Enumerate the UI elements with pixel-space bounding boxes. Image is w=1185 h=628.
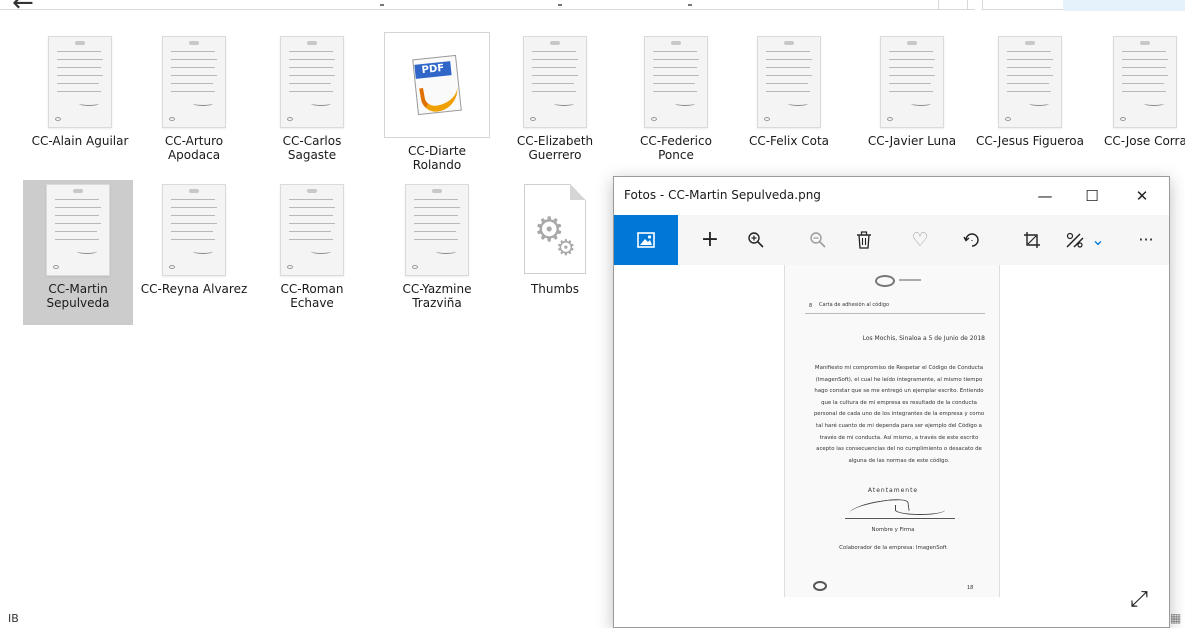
crop-icon [1024, 232, 1040, 248]
handwritten-signature [845, 496, 955, 520]
document-thumbnail-icon [880, 36, 944, 128]
document-thumbnail-icon [46, 184, 110, 276]
file-item[interactable]: PDF CC-Diarte Rolando [382, 32, 492, 172]
edit-button[interactable] [1058, 215, 1092, 265]
window-title: Fotos - CC-Martin Sepulveda.png [624, 188, 821, 202]
close-button[interactable]: ✕ [1119, 177, 1165, 215]
file-name: CC-Elizabeth Guerrero [516, 134, 594, 162]
file-name: CC-Federico Ponce [640, 134, 712, 162]
address-separator [558, 4, 562, 6]
rotate-button[interactable] [952, 215, 992, 265]
document-thumbnail-icon [280, 36, 344, 128]
document-thumbnail-icon [998, 36, 1062, 128]
image-icon [637, 232, 655, 248]
stamp-icon [813, 581, 827, 591]
file-name: CC-Jesus Figueroa [976, 134, 1084, 148]
view-toggle-icon[interactable]: ▦ [1170, 611, 1181, 625]
image-view-button[interactable] [614, 215, 678, 265]
search-box[interactable] [982, 0, 1185, 11]
more-options-button[interactable]: ··· [1126, 215, 1166, 265]
file-name: CC-Yazmine Trazviña [402, 282, 472, 310]
crop-button[interactable] [1012, 215, 1052, 265]
photos-title-bar[interactable]: Fotos - CC-Martin Sepulveda.png — ☐ ✕ [614, 177, 1169, 215]
status-bar-text: IB [8, 612, 19, 625]
file-name: CC-Alain Aguilar [31, 134, 129, 148]
rotate-icon [963, 233, 979, 247]
file-name: CC-Javier Luna [867, 134, 957, 148]
file-item[interactable]: CC-Elizabeth Guerrero [500, 32, 610, 162]
zoom-in-button[interactable] [736, 215, 776, 265]
file-item[interactable]: CC-Javier Luna [857, 32, 967, 148]
zoom-out-button[interactable] [798, 215, 838, 265]
file-item[interactable]: CC-Jesus Figueroa [975, 32, 1085, 148]
document-heading: Carta de adhesión al código [819, 302, 890, 308]
document-thumbnail-icon [523, 36, 587, 128]
file-name: CC-Carlos Sagaste [282, 134, 342, 162]
file-item[interactable]: CC-Jose Corra [1090, 32, 1185, 148]
file-item[interactable]: CC-Carlos Sagaste [257, 32, 367, 162]
explorer-top-bar: ← [0, 0, 1185, 14]
zoom-out-icon [810, 232, 826, 248]
address-separator [380, 4, 384, 6]
file-name: CC-Roman Echave [280, 282, 344, 310]
company-logo-icon [875, 275, 895, 287]
file-name: CC-Diarte Rolando [407, 144, 467, 172]
document-thumbnail-icon [644, 36, 708, 128]
file-name: CC-Felix Cota [748, 134, 830, 148]
delete-button[interactable] [844, 215, 884, 265]
maximize-button[interactable]: ☐ [1069, 177, 1115, 215]
address-dropdown-button[interactable] [938, 0, 968, 10]
document-thumbnail-icon [162, 184, 226, 276]
page-number: 18 [967, 585, 974, 591]
file-name: Thumbs [530, 282, 580, 296]
expand-fullscreen-icon[interactable]: ⤢ [1124, 585, 1154, 615]
divider [805, 313, 985, 314]
address-separator [688, 4, 692, 6]
address-bar[interactable] [0, 0, 975, 10]
trash-icon [857, 231, 871, 249]
system-file-gear-icon: ⚙ ⚙ [520, 184, 590, 276]
document-thumbnail-icon [48, 36, 112, 128]
signature-caption: Nombre y Firma [871, 527, 915, 533]
document-body: Manifiesto mi compromiso de Respetar el … [813, 365, 985, 464]
add-button[interactable]: + [690, 215, 730, 265]
file-item[interactable]: CC-Reyna Alvarez [139, 180, 249, 296]
file-item[interactable]: CC-Roman Echave [257, 180, 367, 310]
file-name: CC-Martin Sepulveda [46, 282, 110, 310]
file-item[interactable]: CC-Alain Aguilar [25, 32, 135, 148]
document-thumbnail-icon [162, 36, 226, 128]
document-thumbnail-icon [757, 36, 821, 128]
file-item[interactable]: CC-Arturo Apodaca [139, 32, 249, 162]
zoom-in-icon [748, 232, 764, 248]
file-item[interactable]: CC-Yazmine Trazviña [382, 180, 492, 310]
minimize-button[interactable]: — [1022, 177, 1068, 215]
pdf-file-icon: PDF [384, 32, 490, 138]
file-item[interactable]: ⚙ ⚙ Thumbs [500, 180, 610, 296]
file-name: CC-Arturo Apodaca [164, 134, 224, 162]
document-thumbnail-icon [1113, 36, 1177, 128]
document-closing: Atentamente [867, 487, 919, 494]
section-number: 8 [809, 303, 813, 309]
file-item[interactable]: CC-Felix Cota [734, 32, 844, 148]
file-item[interactable]: CC-Federico Ponce [621, 32, 731, 162]
image-viewer[interactable]: 8 Carta de adhesión al código Los Mochis… [614, 265, 1169, 627]
logo-text [899, 279, 921, 281]
photos-toolbar: + ♡ ⌄ ··· [614, 215, 1169, 265]
file-item-selected[interactable]: CC-Martin Sepulveda [23, 180, 133, 325]
edit-menu-chevron-icon[interactable]: ⌄ [1090, 215, 1106, 265]
collaborator-line: Colaborador de la empresa: ImagenSoft [839, 545, 947, 551]
file-name: CC-Jose Corra [1104, 134, 1185, 148]
document-image: 8 Carta de adhesión al código Los Mochis… [784, 265, 1000, 597]
document-thumbnail-icon [405, 184, 469, 276]
photos-window: Fotos - CC-Martin Sepulveda.png — ☐ ✕ + [613, 176, 1170, 628]
document-thumbnail-icon [280, 184, 344, 276]
file-name: CC-Reyna Alvarez [140, 282, 248, 296]
favorite-button[interactable]: ♡ [900, 215, 940, 265]
edit-icon [1066, 232, 1084, 248]
document-date: Los Mochis, Sinaloa a 5 de Junio de 2018 [862, 335, 985, 342]
